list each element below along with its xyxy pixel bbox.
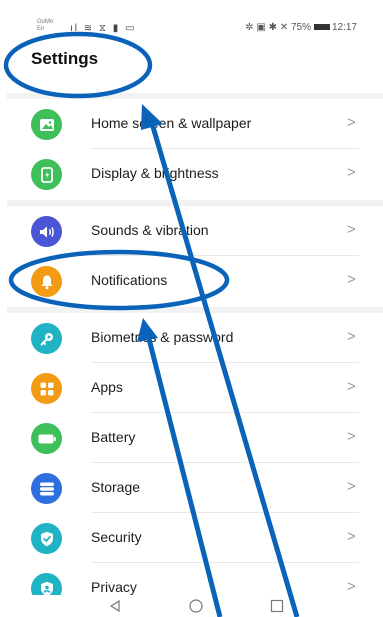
chevron-right-icon: > — [347, 528, 356, 545]
chevron-right-icon: > — [347, 271, 356, 288]
status-system-icons: ✲ ▣ ✱ ✕ — [245, 22, 289, 33]
status-bar: GoMo Eir ıl ≋ ⧖ ▮ ▭ ✲ ▣ ✱ ✕ 75% 12:17 — [0, 0, 383, 40]
chevron-right-icon: > — [347, 114, 356, 131]
speaker-icon — [31, 216, 62, 247]
battery-icon — [31, 423, 62, 454]
settings-item-storage[interactable]: Storage > — [7, 463, 383, 513]
settings-item-label: Privacy — [91, 579, 137, 595]
settings-item-label: Notifications — [91, 272, 168, 288]
recents-square-icon — [270, 599, 284, 613]
image-icon — [31, 109, 62, 140]
apps-grid-icon — [31, 373, 62, 404]
carrier-line-1: GoMo — [37, 19, 54, 25]
settings-item-sounds-vibration[interactable]: Sounds & vibration > — [7, 206, 383, 256]
chevron-right-icon: > — [347, 328, 356, 345]
carrier-name: GoMo Eir — [37, 19, 67, 33]
clock-time: 12:17 — [331, 22, 357, 33]
settings-item-home-screen[interactable]: Home screen & wallpaper > — [7, 99, 383, 149]
settings-item-label: Storage — [91, 479, 141, 495]
settings-item-label: Home screen & wallpaper — [91, 115, 252, 131]
chevron-right-icon: > — [347, 478, 356, 495]
settings-item-notifications[interactable]: Notifications > — [7, 256, 383, 306]
battery-icon — [313, 24, 330, 31]
shield-check-icon — [31, 523, 62, 554]
home-button[interactable] — [181, 595, 211, 617]
settings-group-3: Biometrics & password > Apps > Battery >… — [7, 313, 383, 595]
status-right-icons: ✲ ▣ ✱ ✕ 75% 12:17 — [245, 22, 357, 33]
carrier-line-2: Eir — [37, 26, 45, 32]
storage-icon — [31, 473, 62, 504]
settings-item-biometrics-password[interactable]: Biometrics & password > — [7, 313, 383, 363]
chevron-right-icon: > — [347, 221, 356, 238]
navigation-bar — [0, 595, 383, 617]
settings-item-label: Sounds & vibration — [91, 222, 209, 238]
settings-item-label: Battery — [91, 429, 136, 445]
key-icon — [31, 323, 62, 354]
home-circle-icon — [189, 599, 203, 613]
status-left-icons: ıl ≋ ⧖ ▮ ▭ — [70, 23, 137, 34]
settings-item-privacy[interactable]: Privacy > — [7, 563, 383, 595]
settings-item-battery[interactable]: Battery > — [7, 413, 383, 463]
battery-percent: 75% — [290, 22, 311, 33]
settings-item-label: Security — [91, 529, 142, 545]
recents-button[interactable] — [262, 595, 292, 617]
settings-item-label: Display & brightness — [91, 165, 219, 181]
chevron-right-icon: > — [347, 378, 356, 395]
settings-item-label: Biometrics & password — [91, 329, 234, 345]
phone-display-icon — [31, 159, 62, 190]
back-triangle-icon — [109, 599, 120, 613]
settings-item-security[interactable]: Security > — [7, 513, 383, 563]
bell-icon — [31, 266, 62, 297]
page-title: Settings — [31, 49, 99, 68]
privacy-icon — [31, 573, 62, 595]
chevron-right-icon: > — [347, 164, 356, 181]
settings-item-label: Apps — [91, 379, 123, 395]
settings-group-2: Sounds & vibration > Notifications > — [7, 206, 383, 307]
settings-item-display-brightness[interactable]: Display & brightness > — [7, 149, 383, 199]
chevron-right-icon: > — [347, 428, 356, 445]
back-button[interactable] — [100, 595, 130, 617]
settings-item-apps[interactable]: Apps > — [7, 363, 383, 413]
settings-group-1: Home screen & wallpaper > Display & brig… — [7, 99, 383, 200]
chevron-right-icon: > — [347, 578, 356, 595]
